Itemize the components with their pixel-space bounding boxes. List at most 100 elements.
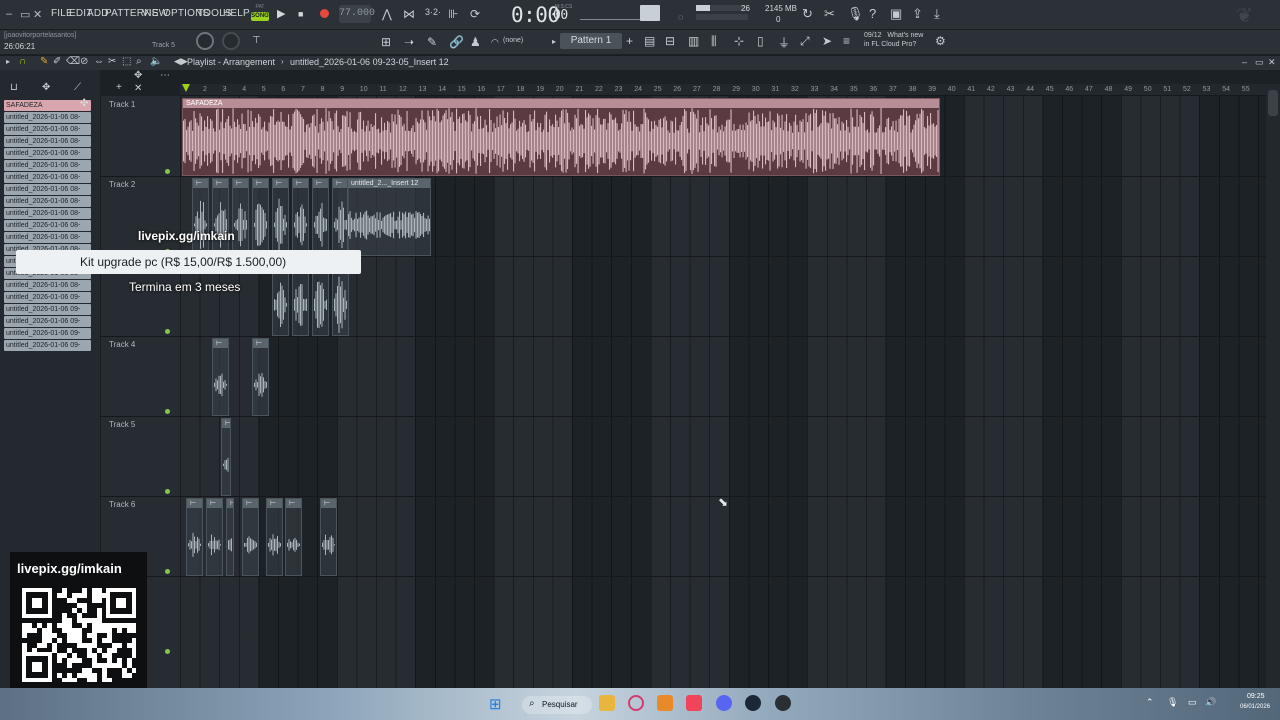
master-pitch-knob[interactable] [222,32,240,50]
channel-rack-icon[interactable]: ⊟ [665,34,675,48]
picker-item[interactable]: untitled_2026-01-06 08- [4,220,91,231]
audio-clip[interactable]: ⊢ [266,498,283,576]
news-settings-icon[interactable]: ⚙ [935,34,946,48]
picker-item[interactable]: untitled_2026-01-06 08- [4,136,91,147]
piano-icon[interactable]: ▥ [688,34,699,48]
audio-clip[interactable]: ⊢ [206,498,223,576]
tray-volume-icon[interactable]: 🔊 [1205,697,1216,708]
opera-icon[interactable] [628,695,644,711]
menu-help[interactable]: HELP [223,8,250,19]
loop-record-icon[interactable]: ⟳ [470,7,480,21]
zoom-tool-icon[interactable]: ⌕ [136,56,142,67]
news-date[interactable]: 09/12 What's new [864,32,923,39]
taskbar-date[interactable]: 06/01/2026 [1240,704,1270,710]
file-explorer-icon[interactable] [599,695,615,711]
cut-icon[interactable]: ✂ [824,6,835,22]
steam-icon[interactable] [745,695,761,711]
playhead-marker[interactable] [182,84,190,92]
delete-tool-icon[interactable]: ⌫ [66,56,80,67]
news-headline[interactable]: in FL Cloud Pro? [864,41,916,48]
track-mute-led[interactable] [165,169,170,174]
snap-icon[interactable]: ◠ [491,37,499,48]
mute-tool-icon[interactable]: ⊘ [80,56,88,67]
picker-item[interactable]: untitled_2026-01-06 08- [4,196,91,207]
obs-icon[interactable] [775,695,791,711]
audio-clip[interactable]: ⊢ [272,178,289,256]
picker-add-icon[interactable]: ✣ [80,98,88,109]
download-icon[interactable]: ⤓ [934,6,940,22]
track-mute-led[interactable] [165,409,170,414]
select-tool-icon[interactable]: ⬚ [122,56,131,67]
plugin-icon[interactable]: ▯ [757,34,764,48]
track-close-icon[interactable]: ✕ [134,83,142,94]
picker-item[interactable]: untitled_2026-01-06 08- [4,160,91,171]
slip-tool-icon[interactable]: ⇔ [94,56,104,67]
audio-clip[interactable]: ⊢ [212,178,229,256]
draw-tool-icon[interactable]: ✎ [40,56,48,67]
discord-icon[interactable] [716,695,732,711]
restore-icon[interactable]: ▭ [20,8,30,21]
audio-clip[interactable]: ⊢ [285,498,302,576]
magnet-icon[interactable]: ∩ [19,56,26,67]
refresh-icon[interactable]: ↻ [802,6,813,22]
link-icon[interactable]: 🔗 [449,35,464,49]
audio-clip[interactable]: ⊢ [252,338,269,416]
countdown-icon[interactable]: 3·2· [425,7,441,17]
track-name[interactable]: Track 4 [109,340,135,349]
picker-item[interactable]: untitled_2026-01-06 09- [4,304,91,315]
track-name[interactable]: Track 6 [109,500,135,509]
picker-item[interactable]: untitled_2026-01-06 08- [4,280,91,291]
pitch-knob-icon[interactable]: ◌ [678,12,683,22]
pattern-prev-icon[interactable]: ▸ [552,37,556,46]
track-add-icon[interactable]: + [116,82,122,93]
playlist-icon[interactable]: ▤ [644,34,655,48]
song-mode-toggle[interactable]: SONG [251,12,269,21]
browser-icon[interactable]: ⊹ [734,34,744,48]
audio-clip[interactable]: ⊢ [320,498,337,576]
picker-item[interactable]: untitled_2026-01-06 08- [4,148,91,159]
picker-move-icon[interactable]: ✥ [42,82,50,93]
track-name[interactable]: Track 5 [109,420,135,429]
audio-clip-insert12[interactable]: untitled_2..._Insert 12 [347,178,431,256]
picker-item[interactable]: untitled_2026-01-06 08- [4,184,91,195]
playback-tool-icon[interactable]: 🔈 [150,56,162,67]
marketplace-icon[interactable]: ➤ [822,34,832,48]
minimize-icon[interactable]: – [6,8,12,20]
help-icon[interactable]: ? [869,6,876,21]
save-icon[interactable]: ▣ [890,6,902,22]
audio-clip[interactable]: ⊢ [221,418,231,496]
wait-input-icon[interactable]: ⋈ [403,7,415,21]
audio-clip-safadeza[interactable]: SAFADEZA [182,98,940,176]
tray-network-icon[interactable]: ▭ [1188,697,1197,708]
paint-tool-icon[interactable]: ✐ [53,56,61,67]
pattern-mode-label[interactable]: PAT [251,4,269,11]
arrow-right-icon[interactable]: ➝ [404,35,414,49]
track-move-icon[interactable]: ✥ [134,70,142,81]
audio-clip[interactable]: ⊢ [186,498,203,576]
sampler-icon[interactable]: ⤢ [800,34,810,49]
audio-clip[interactable]: ⊢ [192,178,209,256]
brush-icon[interactable]: ✎ [427,35,437,49]
mixer-icon[interactable]: ⫼ [711,34,717,49]
track-mute-led[interactable] [165,649,170,654]
picker-item[interactable]: untitled_2026-01-06 08- [4,172,91,183]
tempo-display[interactable]: 77.000 [339,5,375,23]
snap-selector[interactable]: (none) [503,37,523,44]
blend-notes-icon[interactable]: ⊪ [448,7,458,21]
picker-toggle-icon[interactable]: ⊔ [10,82,18,93]
export-icon[interactable]: ⇪ [912,6,923,22]
audio-clip[interactable]: ⊢ [312,178,329,256]
close-icon[interactable]: ✕ [33,8,42,21]
windows-start-icon[interactable]: ⊞ [489,695,502,713]
playlist-maximize-icon[interactable]: ▭ [1255,57,1264,68]
audio-clip[interactable]: ⊢ [232,178,249,256]
track-fold-icon[interactable]: ⋯ [160,70,170,81]
track-mute-led[interactable] [165,329,170,334]
microphone-icon[interactable]: 🎙 [847,6,864,22]
track-name[interactable]: Track 1 [109,100,135,109]
add-pattern-icon[interactable]: + [626,34,633,48]
picker-item[interactable]: untitled_2026-01-06 08- [4,232,91,243]
track-name[interactable]: Track 2 [109,180,135,189]
audio-clip[interactable]: ⊢ [252,178,269,256]
audio-clip[interactable]: ⊢ [226,498,234,576]
